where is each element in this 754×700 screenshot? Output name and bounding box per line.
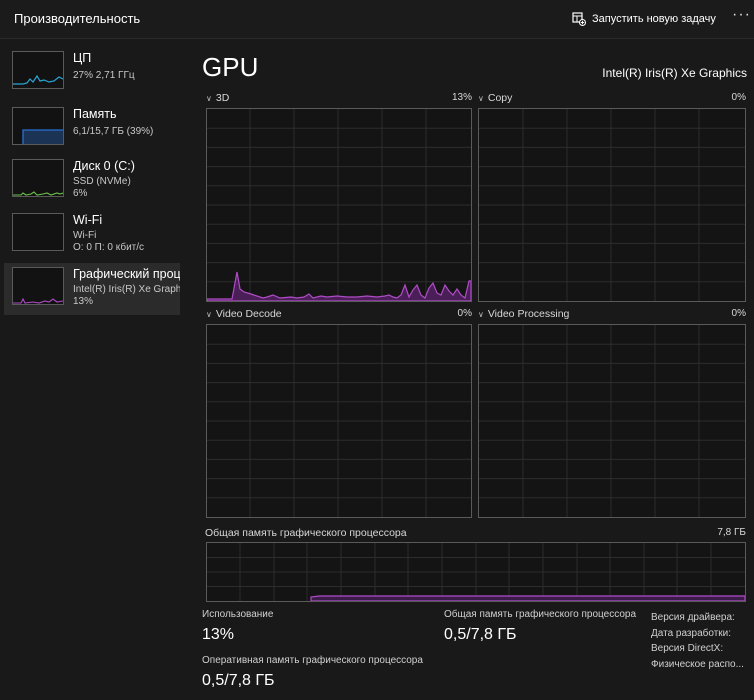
sidebar-item-throughput: О: 0 П: 0 кбит/с bbox=[73, 242, 145, 253]
engine-percent: 0% bbox=[731, 92, 746, 103]
directx-version-label: Версия DirectX: bbox=[651, 643, 724, 654]
chevron-down-icon: ∨ bbox=[206, 93, 212, 103]
sidebar-item-memory[interactable]: Память 6,1/15,7 ГБ (39%) bbox=[4, 103, 180, 155]
driver-version-label: Версия драйвера: bbox=[651, 612, 735, 623]
graph-copy bbox=[478, 108, 746, 302]
gpu-model-name: Intel(R) Iris(R) Xe Graphics bbox=[602, 66, 747, 80]
engine-percent: 0% bbox=[457, 308, 472, 319]
sidebar-item-subtitle: Intel(R) Iris(R) Xe Graphics bbox=[73, 284, 180, 295]
shared-memory-value: 0,5/7,8 ГБ bbox=[444, 626, 517, 643]
dedicated-memory-value: 0,5/7,8 ГБ bbox=[202, 672, 275, 689]
gpu-details-panel: GPU Intel(R) Iris(R) Xe Graphics ∨ 3D 13… bbox=[180, 39, 754, 700]
engine-label: Video Decode bbox=[215, 308, 282, 320]
sidebar-item-title: Wi-Fi bbox=[73, 213, 103, 227]
engine-label: Copy bbox=[487, 92, 513, 104]
wifi-thumbnail-graph bbox=[12, 213, 64, 251]
sidebar-item-subtitle: 6,1/15,7 ГБ (39%) bbox=[73, 126, 154, 137]
run-new-task-label: Запустить новую задачу bbox=[592, 13, 716, 25]
sidebar-item-title: Память bbox=[73, 107, 117, 121]
sidebar-item-title: Графический процессор bbox=[73, 267, 180, 281]
page-title: Производительность bbox=[14, 11, 141, 26]
shared-memory-graph-label: Общая память графического процессора bbox=[205, 527, 407, 539]
device-title: GPU bbox=[202, 52, 259, 82]
physical-location-label: Физическое распо... bbox=[651, 658, 744, 670]
sidebar-item-title: ЦП bbox=[73, 51, 92, 65]
sidebar-item-usage: 13% bbox=[73, 296, 94, 307]
memory-thumbnail-graph bbox=[12, 107, 64, 145]
gpu-thumbnail-graph bbox=[12, 267, 64, 305]
engine-label: 3D bbox=[215, 92, 230, 104]
chevron-down-icon: ∨ bbox=[478, 93, 484, 103]
graph-3d bbox=[206, 108, 472, 302]
sidebar-item-usage: 6% bbox=[73, 188, 88, 199]
disk-thumbnail-graph bbox=[12, 159, 64, 197]
engine-selector-video-processing[interactable]: ∨ Video Processing bbox=[478, 308, 569, 320]
sidebar-item-subtitle: SSD (NVMe) bbox=[73, 176, 131, 187]
sidebar-item-subtitle: Wi-Fi bbox=[73, 230, 97, 241]
usage-label: Использование bbox=[202, 609, 274, 620]
gpu-info-labels: Версия драйвера: Дата разработки: Версия… bbox=[651, 610, 744, 672]
chevron-down-icon: ∨ bbox=[478, 309, 484, 319]
sidebar-item-gpu[interactable]: Графический процессор Intel(R) Iris(R) X… bbox=[4, 263, 180, 315]
engine-percent: 0% bbox=[731, 308, 746, 319]
sidebar: ЦП 27% 2,71 ГГц Память 6,1/15,7 ГБ (39%)… bbox=[0, 39, 180, 700]
engine-selector-3d[interactable]: ∨ 3D bbox=[206, 92, 229, 104]
chevron-down-icon: ∨ bbox=[206, 309, 212, 319]
engine-label: Video Processing bbox=[487, 308, 570, 320]
driver-date-label: Дата разработки: bbox=[651, 627, 732, 639]
sidebar-item-cpu[interactable]: ЦП 27% 2,71 ГГц bbox=[4, 47, 180, 99]
sidebar-item-subtitle: 27% 2,71 ГГц bbox=[73, 70, 135, 81]
run-new-task-button[interactable]: Запустить новую задачу bbox=[572, 10, 716, 28]
sidebar-item-wifi[interactable]: Wi-Fi Wi-Fi О: 0 П: 0 кбит/с bbox=[4, 209, 180, 261]
new-task-icon bbox=[572, 12, 586, 26]
shared-memory-label: Общая память графического процессора bbox=[444, 609, 637, 620]
cpu-thumbnail-graph bbox=[12, 51, 64, 89]
engine-selector-copy[interactable]: ∨ Copy bbox=[478, 92, 512, 104]
shared-memory-max: 7,8 ГБ bbox=[717, 527, 746, 538]
graph-video-processing bbox=[478, 324, 746, 518]
sidebar-item-title: Диск 0 (C:) bbox=[73, 159, 135, 173]
engine-percent: 13% bbox=[451, 92, 472, 103]
title-bar: Производительность Запустить новую задач… bbox=[0, 0, 754, 39]
sidebar-item-disk[interactable]: Диск 0 (C:) SSD (NVMe) 6% bbox=[4, 155, 180, 207]
more-options-button[interactable]: ··· bbox=[732, 6, 751, 24]
dedicated-memory-label: Оперативная память графического процессо… bbox=[202, 655, 423, 666]
shared-memory-graph bbox=[206, 542, 746, 602]
usage-value: 13% bbox=[202, 626, 235, 643]
graph-video-decode bbox=[206, 324, 472, 518]
engine-selector-video-decode[interactable]: ∨ Video Decode bbox=[206, 308, 282, 320]
